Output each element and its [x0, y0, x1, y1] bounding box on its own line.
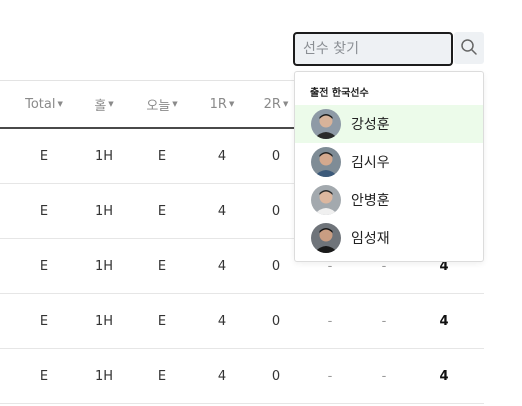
sort-caret-icon: ▼ — [57, 99, 63, 108]
cell-round-4: - — [381, 369, 387, 384]
cell-hole: 1H — [94, 369, 114, 384]
sort-caret-icon: ▼ — [282, 99, 289, 108]
cell-round-1: 4 — [217, 204, 227, 219]
avatar — [311, 109, 341, 139]
cell-round-2: 0 — [271, 369, 281, 384]
cell-hole: 1H — [94, 314, 114, 329]
avatar — [311, 223, 341, 253]
search-icon — [460, 38, 478, 59]
avatar — [311, 185, 341, 215]
cell-total: E — [39, 314, 49, 329]
player-name: 안병훈 — [351, 193, 390, 209]
sort-caret-icon: ▼ — [228, 99, 235, 108]
dropdown-title: 출전 한국선수 — [310, 88, 369, 99]
cell-today: E — [157, 369, 167, 384]
sort-caret-icon: ▼ — [172, 99, 178, 108]
table-row[interactable]: E 1H E 4 0 - - 4 — [0, 294, 484, 349]
cell-total: E — [39, 149, 49, 164]
cell-round-3: - — [327, 314, 333, 329]
cell-round-1: 4 — [217, 259, 227, 274]
avatar — [311, 147, 341, 177]
cell-total: E — [39, 259, 49, 274]
cell-today: E — [157, 204, 167, 219]
cell-today: E — [157, 314, 167, 329]
cell-strokes: 4 — [439, 369, 449, 384]
cell-today: E — [157, 149, 167, 164]
player-search-dropdown: 출전 한국선수 강성훈 김시우 안병훈 임성재 — [294, 71, 484, 262]
cell-round-1: 4 — [217, 369, 227, 384]
cell-round-1: 4 — [217, 314, 227, 329]
cell-hole: 1H — [94, 204, 114, 219]
player-option[interactable]: 김시우 — [295, 143, 483, 181]
cell-total: E — [39, 204, 49, 219]
cell-round-2: 0 — [271, 314, 281, 329]
cell-total: E — [39, 369, 49, 384]
cell-hole: 1H — [94, 259, 114, 274]
player-option[interactable]: 안병훈 — [295, 181, 483, 219]
player-name: 강성훈 — [351, 117, 390, 133]
header-today[interactable]: 오늘 ▼ — [134, 81, 190, 128]
player-option[interactable]: 강성훈 — [295, 105, 483, 143]
sort-caret-icon: ▼ — [108, 99, 114, 108]
search-button[interactable] — [454, 32, 484, 64]
header-total[interactable]: Total ▼ — [14, 81, 74, 128]
player-name: 임성재 — [351, 231, 390, 247]
cell-round-3: - — [327, 369, 333, 384]
cell-today: E — [157, 259, 167, 274]
cell-strokes: 4 — [439, 314, 449, 329]
header-round-1[interactable]: 1R ▼ — [192, 81, 252, 128]
cell-round-4: - — [381, 314, 387, 329]
player-name: 김시우 — [351, 155, 390, 171]
player-search-input[interactable] — [293, 32, 453, 66]
table-row[interactable]: E 1H E 4 0 - - 4 — [0, 349, 484, 404]
cell-hole: 1H — [94, 149, 114, 164]
header-hole[interactable]: 홀 ▼ — [76, 81, 132, 128]
player-option[interactable]: 임성재 — [295, 219, 483, 257]
cell-round-1: 4 — [217, 149, 227, 164]
